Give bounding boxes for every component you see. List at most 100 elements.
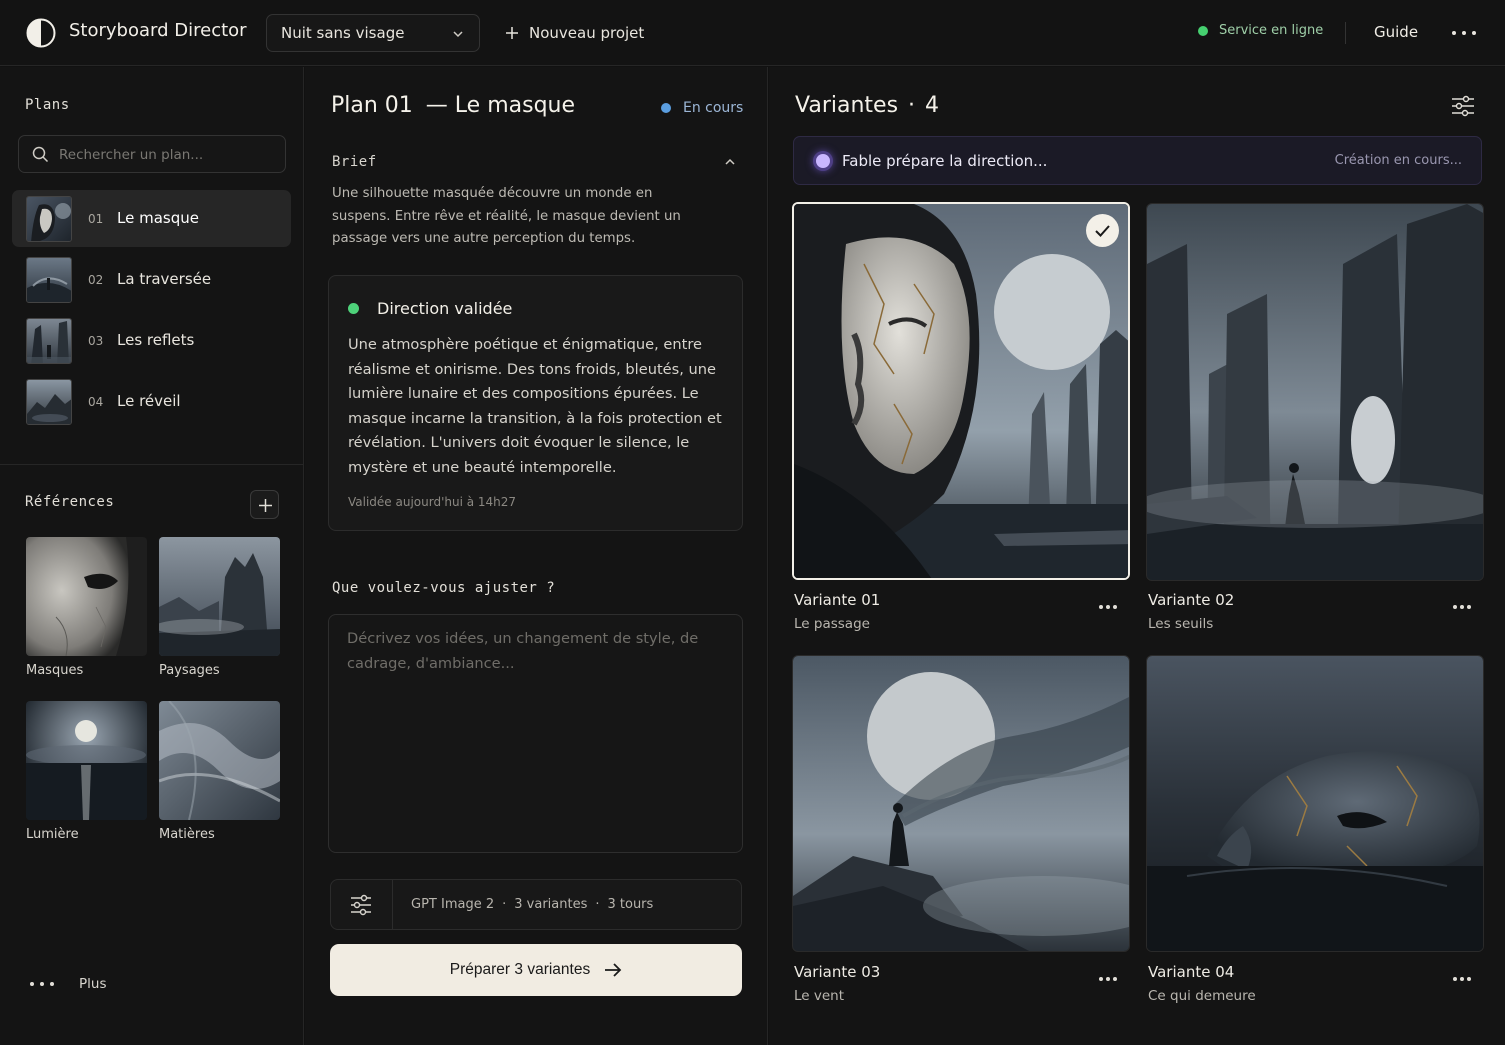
plan-name: Le masque (117, 209, 199, 227)
check-icon (1095, 225, 1110, 237)
banner-message: Fable prépare la direction... (842, 152, 1048, 170)
status-dot-icon (1198, 25, 1208, 36)
project-selector[interactable]: Nuit sans visage (266, 14, 480, 52)
references-heading: Références (25, 494, 115, 510)
search-input[interactable] (59, 144, 274, 166)
plus-icon (259, 499, 272, 512)
reference-caption: Matières (159, 827, 215, 842)
new-project-button[interactable]: Nouveau projet (505, 20, 644, 46)
adjust-heading: Que voulez-vous ajuster ? (332, 580, 556, 596)
reference-image (159, 537, 280, 656)
reference-lumiere[interactable]: Lumière (26, 701, 147, 842)
progress-dot-icon (816, 154, 830, 168)
prepare-button-label: Préparer 3 variantes (449, 961, 591, 978)
plan-status-label: En cours (683, 100, 744, 116)
variant-card-04[interactable]: Variante 04 Ce qui demeure (1146, 655, 1484, 1004)
more-options-icon[interactable] (1098, 604, 1118, 610)
more-options-icon[interactable] (1452, 976, 1472, 982)
ellipsis-icon (30, 982, 54, 986)
plan-number: 01 (88, 212, 104, 226)
filter-icon[interactable] (1451, 94, 1475, 118)
variant-subtitle: Le vent (794, 988, 845, 1004)
chevron-up-icon[interactable] (723, 155, 737, 169)
plans-sidebar: Plans 01 Le masque 02 La traversée 03 Le… (0, 67, 304, 1045)
settings-summary: GPT Image 2 · 3 variantes · 3 tours (411, 897, 653, 912)
sidebar-divider (0, 464, 304, 465)
plan-item-02[interactable]: 02 La traversée (12, 251, 291, 308)
variant-subtitle: Les seuils (1148, 616, 1214, 632)
new-project-label: Nouveau projet (529, 24, 645, 42)
validated-dot-icon (348, 303, 359, 314)
direction-header: Direction validée (348, 299, 512, 318)
more-label: Plus (79, 976, 107, 992)
direction-text: Une atmosphère poétique et énigmatique, … (348, 336, 722, 476)
plan-number: 02 (88, 273, 104, 287)
more-options-icon[interactable] (1098, 976, 1118, 982)
reference-masques[interactable]: Masques (26, 537, 147, 678)
variants-heading: Variantes (795, 93, 899, 118)
project-name: Nuit sans visage (281, 24, 405, 42)
logo-icon (26, 18, 56, 48)
plan-thumbnail (26, 257, 72, 303)
prepare-variants-button[interactable]: Préparer 3 variantes (330, 944, 742, 996)
variants-count-label: 3 variantes (514, 897, 588, 912)
direction-card: Direction validée Une atmosphère poétiqu… (328, 275, 743, 531)
plan-number: 03 (88, 334, 104, 348)
plus-icon (506, 27, 518, 39)
variants-title: Variantes · 4 (795, 93, 939, 118)
plan-title-name: — Le masque (425, 93, 576, 118)
variant-card-03[interactable]: Variante 03 Le vent (792, 655, 1130, 1004)
plan-thumbnail (26, 196, 72, 242)
guide-link[interactable]: Guide (1374, 23, 1418, 41)
reference-caption: Paysages (159, 663, 220, 678)
plan-search[interactable] (18, 135, 286, 173)
plan-item-01[interactable]: 01 Le masque (12, 190, 291, 247)
variant-image (792, 202, 1130, 580)
more-options-icon[interactable] (1452, 604, 1472, 610)
add-reference-button[interactable] (250, 490, 279, 519)
variant-subtitle: Le passage (794, 616, 870, 632)
status-label: Service en ligne (1219, 23, 1324, 38)
variants-count: 4 (925, 93, 940, 118)
selected-check[interactable] (1086, 214, 1119, 247)
variant-name: Variante 03 (794, 963, 881, 981)
adjust-textarea[interactable] (347, 627, 722, 837)
app-header: Storyboard Director Nuit sans visage Nou… (0, 0, 1505, 66)
plan-thumbnail (26, 379, 72, 425)
banner-status: Création en cours... (1334, 153, 1462, 168)
reference-paysages[interactable]: Paysages (159, 537, 280, 678)
settings-button[interactable] (331, 880, 393, 929)
plan-item-03[interactable]: 03 Les reflets (12, 312, 291, 369)
variant-name: Variante 04 (1148, 963, 1235, 981)
plan-number: 04 (88, 395, 104, 409)
service-status: Service en ligne (1198, 23, 1323, 38)
variant-card-02[interactable]: Variante 02 Les seuils (1146, 203, 1484, 632)
more-button[interactable]: Plus (29, 976, 106, 992)
reference-image (26, 701, 147, 820)
adjust-input-box[interactable] (328, 614, 743, 853)
plan-item-04[interactable]: 04 Le réveil (12, 373, 291, 430)
variant-name: Variante 01 (794, 591, 881, 609)
search-icon (32, 146, 49, 163)
variant-name: Variante 02 (1148, 591, 1235, 609)
chevron-down-icon (453, 31, 463, 38)
variant-card-01[interactable]: Variante 01 Le passage (792, 202, 1130, 632)
plan-name: Les reflets (117, 331, 195, 349)
brief-text: Une silhouette masquée découvre un monde… (332, 186, 681, 246)
variant-subtitle: Ce qui demeure (1148, 988, 1256, 1004)
more-menu-icon[interactable] (1450, 29, 1478, 37)
sliders-icon (351, 894, 371, 916)
generation-banner: Fable prépare la direction... Création e… (793, 136, 1482, 185)
separator: · (502, 897, 507, 912)
reference-matieres[interactable]: Matières (159, 701, 280, 842)
header-divider (1345, 22, 1346, 44)
variant-image (792, 655, 1130, 952)
direction-title: Direction validée (377, 299, 513, 318)
status-dot-icon (661, 103, 671, 113)
reference-caption: Masques (26, 663, 84, 678)
variant-image (1146, 655, 1484, 952)
variant-image (1146, 203, 1484, 581)
plan-status: En cours (661, 100, 743, 116)
reference-image (159, 701, 280, 820)
generation-settings[interactable]: GPT Image 2 · 3 variantes · 3 tours (330, 879, 742, 930)
